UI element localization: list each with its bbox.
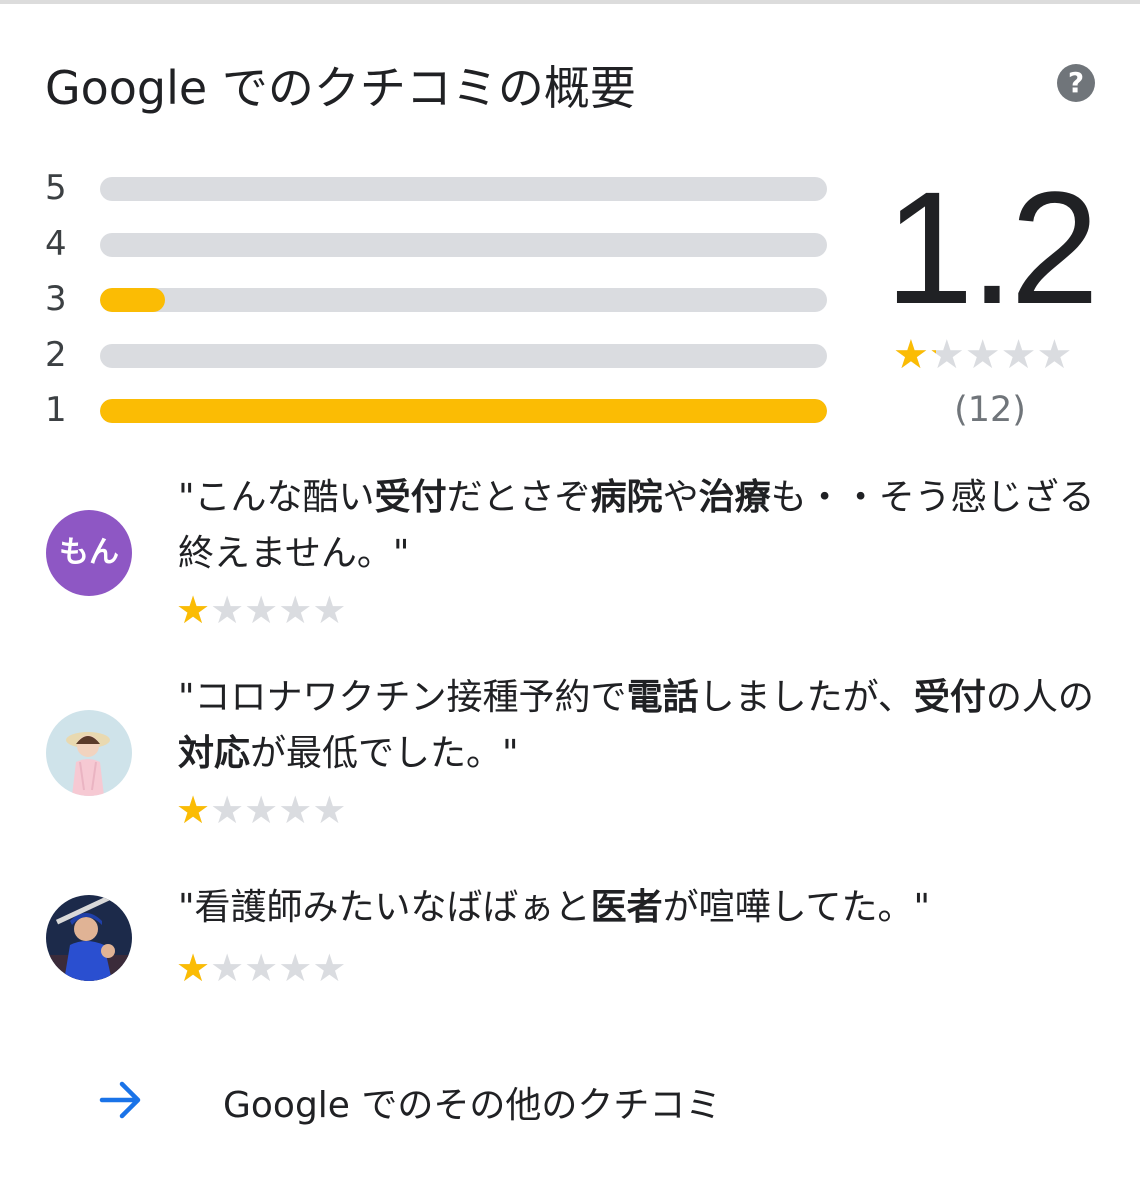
star-icon: ★★ bbox=[176, 788, 211, 832]
histogram-star-label: 3 bbox=[45, 279, 67, 319]
star-icon: ★★ bbox=[278, 588, 313, 632]
star-icon: ★★ bbox=[278, 788, 313, 832]
histogram-row-2: 2 bbox=[45, 335, 835, 391]
histogram-bar-track bbox=[100, 232, 827, 257]
review-snippet: "コロナワクチン接種予約で電話しましたが、受付の人の対応が最低でした。" bbox=[178, 670, 1098, 782]
help-icon[interactable]: ? bbox=[1057, 64, 1095, 102]
highlighted-keyword: 受付 bbox=[913, 677, 986, 718]
star-icon: ★★ bbox=[1036, 332, 1073, 378]
histogram-row-4: 4 bbox=[45, 224, 835, 280]
highlighted-keyword: 対応 bbox=[178, 733, 251, 774]
more-reviews-label: Google でのその他のクチコミ bbox=[223, 1085, 722, 1126]
baseball-player-photo-icon bbox=[46, 895, 132, 981]
star-icon: ★★ bbox=[1000, 332, 1037, 378]
avatar: もん bbox=[46, 510, 132, 596]
star-icon: ★★ bbox=[244, 788, 279, 832]
histogram-bar-track bbox=[100, 288, 827, 312]
snippet-text: や bbox=[662, 477, 699, 518]
snippet-text: "看護師みたいなばばぁと bbox=[178, 887, 591, 928]
snippet-text: だとさぞ bbox=[446, 477, 591, 518]
highlighted-keyword: 受付 bbox=[374, 477, 447, 518]
star-icon: ★★ bbox=[893, 332, 929, 378]
rating-histogram: 5 4 3 2 1 bbox=[45, 168, 835, 446]
histogram-bar-track bbox=[100, 343, 827, 368]
top-divider bbox=[0, 0, 1140, 4]
page-title: Google でのクチコミの概要 bbox=[45, 61, 636, 115]
star-icon: ★★ bbox=[176, 588, 211, 632]
snippet-text: "コロナワクチン接種予約で bbox=[178, 677, 627, 718]
person-photo-icon bbox=[46, 710, 132, 796]
review-snippet: "看護師みたいなばばぁと医者が喧嘩してた。" bbox=[178, 880, 1098, 936]
histogram-bar-fill bbox=[100, 288, 166, 312]
more-reviews-link[interactable]: Google でのその他のクチコミ bbox=[98, 1072, 998, 1128]
star-icon: ★★ bbox=[244, 946, 279, 990]
histogram-row-1: 1 bbox=[45, 390, 835, 446]
review-stars: ★★★★★★★★★★ bbox=[176, 948, 346, 988]
histogram-row-5: 5 bbox=[45, 168, 835, 224]
histogram-row-3: 3 bbox=[45, 279, 835, 335]
snippet-text: が喧嘩してた。" bbox=[662, 887, 931, 928]
snippet-text: "こんな酷い bbox=[178, 477, 375, 518]
highlighted-keyword: 病院 bbox=[590, 477, 663, 518]
highlighted-keyword: 治療 bbox=[698, 477, 771, 518]
star-icon: ★★ bbox=[244, 588, 279, 632]
histogram-bar-track bbox=[100, 399, 827, 423]
star-icon: ★★ bbox=[964, 332, 1001, 378]
star-icon: ★★ bbox=[312, 788, 347, 832]
average-rating-stars: ★★★★★★★★★★ bbox=[893, 333, 1072, 377]
star-icon: ★★ bbox=[210, 946, 245, 990]
histogram-star-label: 2 bbox=[45, 334, 67, 375]
review-stars: ★★★★★★★★★★ bbox=[176, 590, 346, 630]
histogram-bar-track bbox=[100, 177, 827, 201]
star-icon: ★★ bbox=[176, 946, 211, 990]
snippet-text: しましたが、 bbox=[698, 677, 914, 718]
star-icon: ★★ bbox=[312, 946, 347, 990]
histogram-star-label: 1 bbox=[45, 390, 67, 430]
histogram-bar-fill bbox=[100, 399, 827, 423]
star-icon: ★★ bbox=[928, 332, 965, 378]
highlighted-keyword: 電話 bbox=[626, 677, 699, 718]
star-icon: ★★ bbox=[210, 588, 245, 632]
histogram-star-label: 4 bbox=[45, 223, 67, 264]
star-icon: ★★ bbox=[210, 788, 245, 832]
histogram-star-label: 5 bbox=[45, 168, 67, 208]
star-icon: ★★ bbox=[278, 946, 313, 990]
average-rating: 1.2 bbox=[884, 158, 1099, 337]
review-count[interactable]: (12) bbox=[930, 390, 1050, 430]
arrow-right-icon bbox=[99, 1081, 141, 1119]
highlighted-keyword: 医者 bbox=[590, 887, 663, 928]
snippet-text: が最低でした。" bbox=[250, 733, 519, 774]
star-icon: ★★ bbox=[312, 588, 347, 632]
snippet-text: の人の bbox=[985, 677, 1094, 718]
review-stars: ★★★★★★★★★★ bbox=[176, 790, 346, 830]
review-snippet: "こんな酷い受付だとさぞ病院や治療も・・そう感じざる終えません。" bbox=[178, 470, 1098, 582]
